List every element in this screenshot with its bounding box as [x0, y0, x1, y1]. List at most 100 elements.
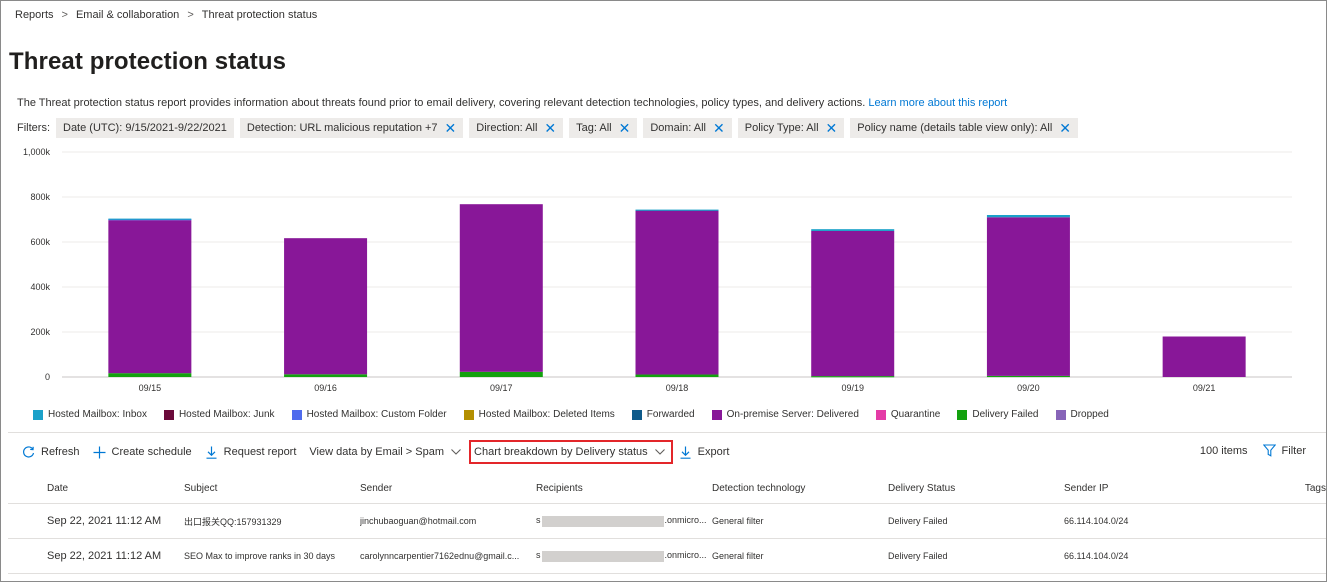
column-header-date[interactable]: Date	[8, 483, 184, 494]
cell-detection: General filter	[712, 516, 764, 526]
column-header-delivery-status[interactable]: Delivery Status	[888, 483, 1064, 494]
x-tick-label: 09/15	[139, 383, 162, 393]
close-icon[interactable]: ✕	[544, 121, 556, 135]
item-count: 100 items	[1199, 444, 1248, 457]
recipient-suffix: .onmicro...	[664, 515, 707, 526]
filter-bar: Filters: Date (UTC): 9/15/2021-9/22/2021…	[17, 118, 1084, 138]
cell-date: Sep 22, 2021 11:12 AM	[47, 515, 162, 527]
y-tick-label: 200k	[30, 327, 50, 337]
legend-item[interactable]: Hosted Mailbox: Deleted Items	[463, 409, 615, 420]
description-text: The Threat protection status report prov…	[17, 97, 866, 109]
column-header-recipients[interactable]: Recipients	[536, 483, 712, 494]
legend-label: Hosted Mailbox: Deleted Items	[478, 409, 615, 420]
breadcrumb-email-collaboration[interactable]: Email & collaboration	[76, 9, 179, 21]
bar-segment[interactable]	[635, 210, 719, 375]
table-row[interactable]: Sep 22, 2021 11:12 AM 出口报关QQ:157931329 j…	[8, 504, 1326, 539]
filter-chip-policy-type[interactable]: Policy Type: All ✕	[737, 118, 845, 138]
bar-segment[interactable]	[811, 230, 895, 377]
y-tick-label: 1,000k	[23, 147, 51, 157]
recipient-suffix: .onmicro...	[664, 550, 707, 561]
bar-segment[interactable]	[108, 218, 192, 220]
legend-label: Forwarded	[646, 409, 695, 420]
legend-item[interactable]: Hosted Mailbox: Inbox	[33, 409, 147, 420]
filter-chip-label: Date (UTC): 9/15/2021-9/22/2021	[63, 122, 227, 134]
column-header-sender-ip[interactable]: Sender IP	[1064, 483, 1240, 494]
close-icon[interactable]: ✕	[713, 121, 725, 135]
chart-canvas: 0 200k 400k 600k 800k 1,000k 09/15 09/16 09/17 09…	[23, 147, 1292, 393]
bar-segment[interactable]	[459, 204, 543, 372]
create-schedule-button[interactable]: Create schedule	[93, 446, 192, 459]
bar-segment[interactable]	[284, 238, 368, 375]
legend-label: Hosted Mailbox: Junk	[178, 409, 275, 420]
column-header-sender[interactable]: Sender	[360, 483, 536, 494]
bar-segment[interactable]	[811, 229, 895, 231]
x-tick-label: 09/20	[1017, 383, 1040, 393]
close-icon[interactable]: ✕	[826, 121, 838, 135]
close-icon[interactable]: ✕	[445, 121, 457, 135]
filters-label: Filters:	[17, 122, 50, 134]
column-header-subject[interactable]: Subject	[184, 483, 360, 494]
column-header-tags[interactable]: Tags	[1240, 483, 1326, 494]
legend-swatch	[711, 409, 722, 420]
bar-segment[interactable]	[108, 373, 192, 377]
legend-item[interactable]: Dropped	[1055, 409, 1109, 420]
bar-segment[interactable]	[284, 374, 368, 377]
legend-item[interactable]: Hosted Mailbox: Junk	[163, 409, 275, 420]
legend-item[interactable]: Forwarded	[631, 409, 695, 420]
redacted-block	[541, 515, 664, 527]
chevron-down-icon	[451, 449, 461, 455]
page-title: Threat protection status	[9, 48, 287, 75]
bar-segment[interactable]	[635, 209, 719, 211]
y-tick-label: 0	[45, 372, 50, 382]
bar-segment[interactable]	[1162, 336, 1246, 378]
filter-chip-label: Domain: All	[650, 122, 706, 134]
filter-chip-label: Tag: All	[576, 122, 612, 134]
legend-item[interactable]: On-premise Server: Delivered	[711, 409, 859, 420]
legend-swatch	[631, 409, 642, 420]
cell-sender: jinchubaoguan@hotmail.com	[360, 516, 477, 526]
legend-item[interactable]: Delivery Failed	[957, 409, 1039, 420]
recipient-prefix: s	[536, 550, 541, 561]
bar-segment[interactable]	[986, 375, 1070, 378]
y-tick-label: 600k	[30, 237, 50, 247]
filter-chip-direction[interactable]: Direction: All ✕	[469, 118, 564, 138]
report-description: The Threat protection status report prov…	[17, 97, 1007, 109]
cell-subject: 出口报关QQ:157931329	[184, 516, 282, 527]
chart-breakdown-dropdown[interactable]: Chart breakdown by Delivery status	[469, 440, 673, 464]
filter-chip-policy-name[interactable]: Policy name (details table view only): A…	[850, 118, 1079, 138]
export-button[interactable]: Export	[679, 446, 729, 459]
breadcrumb-reports[interactable]: Reports	[15, 9, 54, 21]
table-row[interactable]: Sep 22, 2021 11:12 AM SEO Max to improve…	[8, 539, 1326, 574]
breadcrumb: Reports > Email & collaboration > Threat…	[15, 9, 317, 21]
filter-chip-domain[interactable]: Domain: All ✕	[643, 118, 732, 138]
filter-chip-tag[interactable]: Tag: All ✕	[569, 118, 638, 138]
close-icon[interactable]: ✕	[1059, 121, 1071, 135]
bar-segment[interactable]	[986, 217, 1070, 376]
bar-segment[interactable]	[635, 374, 719, 377]
column-header-detection[interactable]: Detection technology	[712, 483, 888, 494]
y-tick-label: 800k	[30, 192, 50, 202]
request-report-button[interactable]: Request report	[205, 446, 296, 459]
delivery-status-chart: 0 200k 400k 600k 800k 1,000k 09/15 09/16 09/17 09…	[0, 140, 1327, 400]
filter-chip-date[interactable]: Date (UTC): 9/15/2021-9/22/2021	[56, 118, 234, 138]
x-tick-label: 09/18	[666, 383, 689, 393]
bar-segment[interactable]	[986, 215, 1070, 218]
chart-breakdown-label: Chart breakdown by Delivery status	[474, 446, 648, 458]
bar-segment[interactable]	[811, 376, 895, 378]
refresh-icon	[22, 445, 35, 459]
bar-segment[interactable]	[108, 220, 192, 374]
learn-more-link[interactable]: Learn more about this report	[868, 97, 1007, 109]
filter-chip-detection[interactable]: Detection: URL malicious reputation +7 ✕	[239, 118, 464, 138]
x-tick-label: 09/17	[490, 383, 513, 393]
filter-chip-label: Detection: URL malicious reputation +7	[246, 122, 438, 134]
close-icon[interactable]: ✕	[619, 121, 631, 135]
view-data-dropdown[interactable]: View data by Email > Spam	[309, 446, 461, 458]
filter-icon	[1262, 444, 1276, 457]
filter-chip-label: Policy name (details table view only): A…	[857, 122, 1053, 134]
chevron-down-icon	[654, 449, 665, 455]
legend-item[interactable]: Quarantine	[875, 409, 940, 420]
refresh-button[interactable]: Refresh	[22, 445, 80, 459]
bar-segment[interactable]	[459, 371, 543, 377]
legend-item[interactable]: Hosted Mailbox: Custom Folder	[291, 409, 447, 420]
filter-button[interactable]: Filter	[1262, 444, 1306, 457]
